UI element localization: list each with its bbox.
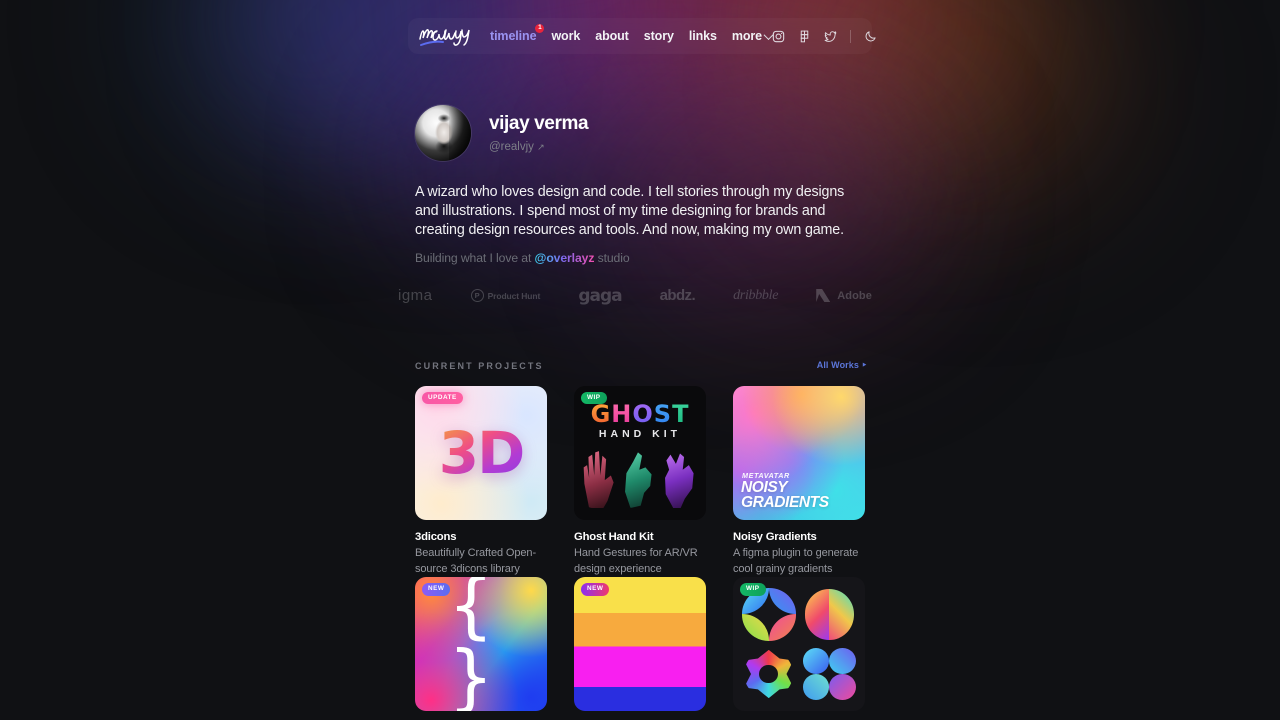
hand-icon-ok xyxy=(665,453,694,508)
nav-item-timeline[interactable]: timeline 1 xyxy=(490,24,545,43)
brand-abdz: abdz. xyxy=(659,287,696,304)
nav-divider xyxy=(850,29,851,43)
figma-icon[interactable] xyxy=(798,30,811,43)
status-badge: UPDATE xyxy=(422,392,463,405)
overlayz-link[interactable]: @overlayz xyxy=(535,251,595,265)
project-thumbnail[interactable]: NEW { } xyxy=(415,577,547,712)
project-thumbnail[interactable]: WIP xyxy=(733,577,865,712)
ghost-art-word: GHOST xyxy=(590,400,690,428)
avatar[interactable] xyxy=(415,105,471,161)
building-prefix: Building what I love at xyxy=(415,251,535,265)
profile-handle[interactable]: @realvjy ↗ xyxy=(489,141,588,153)
profile-building-line: Building what I love at @overlayz studio xyxy=(415,251,630,265)
nav-item-work[interactable]: work xyxy=(551,29,580,43)
project-thumbnail[interactable]: NEW xyxy=(574,577,706,712)
braces-art-text: { } xyxy=(448,577,500,712)
nav-badge-count: 1 xyxy=(535,24,545,33)
nav-item-timeline-label: timeline xyxy=(490,29,537,43)
twitter-icon[interactable] xyxy=(824,30,837,43)
project-title: 3dicons xyxy=(415,531,457,543)
brand-logos: igma P Product Hunt gaga abdz. dribbble … xyxy=(398,283,872,308)
project-thumbnail[interactable]: WIP GHOST HAND KIT xyxy=(574,386,706,520)
status-badge: WIP xyxy=(740,583,766,596)
project-description: Beautifully Crafted Open-source 3dicons … xyxy=(415,547,537,575)
project-thumbnail[interactable]: METAVATAR NOISY GRADIENTS xyxy=(733,386,865,520)
adobe-icon xyxy=(816,289,831,302)
avatar-shade xyxy=(449,105,471,161)
page-title: vijay verma xyxy=(489,113,589,135)
shape-ring xyxy=(742,648,796,701)
brand-product-hunt: P Product Hunt xyxy=(470,289,541,302)
gradient-shapes-art xyxy=(742,588,857,701)
project-card-ghost-hand-kit[interactable]: WIP GHOST HAND KIT Ghost Hand Kit Hand G… xyxy=(574,386,706,577)
3d-art-text: 3D xyxy=(438,419,526,487)
noisy-gradients-art-title: NOISY GRADIENTS xyxy=(741,479,829,512)
profile-handle-text: @realvjy xyxy=(489,140,534,153)
all-works-link[interactable]: All Works ‣ xyxy=(817,360,867,371)
status-badge: NEW xyxy=(422,583,451,596)
project-card-color-bands[interactable]: NEW xyxy=(574,577,706,712)
shape-four-petal xyxy=(742,588,796,641)
shape-two-halves xyxy=(803,588,857,641)
brand-product-hunt-label: Product Hunt xyxy=(487,290,541,301)
section-title: CURRENT PROJECTS xyxy=(415,360,544,371)
nav-social-group xyxy=(772,29,877,43)
nav-item-links[interactable]: links xyxy=(689,29,717,43)
main-navbar: timeline 1 work about story links more xyxy=(408,18,876,54)
project-card-braces[interactable]: NEW { } xyxy=(415,577,547,712)
project-card-3dicons[interactable]: UPDATE 3D 3dicons Beautifully Crafted Op… xyxy=(415,386,547,577)
brand-adobe: Adobe xyxy=(816,289,872,302)
project-card-gradient-shapes[interactable]: WIP xyxy=(733,577,865,712)
status-badge: WIP xyxy=(581,392,607,405)
site-logo[interactable] xyxy=(416,19,478,53)
project-title: Noisy Gradients xyxy=(733,531,817,543)
nav-item-story[interactable]: story xyxy=(644,29,674,43)
status-badge: NEW xyxy=(581,583,610,596)
project-description: A figma plugin to generate cool grainy g… xyxy=(733,547,859,575)
shape-four-circle xyxy=(802,647,856,701)
brand-adobe-label: Adobe xyxy=(837,289,872,302)
project-title: Ghost Hand Kit xyxy=(574,531,654,543)
instagram-icon[interactable] xyxy=(772,30,785,43)
hand-icon-open-palm xyxy=(583,451,614,508)
product-hunt-icon: P xyxy=(470,289,484,302)
building-suffix: studio xyxy=(594,251,630,265)
profile-identity: vijay verma @realvjy ↗ xyxy=(489,113,589,153)
external-link-icon: ↗ xyxy=(537,141,545,152)
projects-grid: UPDATE 3D 3dicons Beautifully Crafted Op… xyxy=(415,386,867,712)
nav-item-more-label: more xyxy=(731,29,762,43)
profile-bio: A wizard who loves design and code. I te… xyxy=(415,184,845,238)
ghost-art-subtitle: HAND KIT xyxy=(598,428,682,440)
nav-links: timeline 1 work about story links more xyxy=(490,24,774,43)
brand-gaga: gaga xyxy=(578,285,622,306)
profile-header: vijay verma @realvjy ↗ xyxy=(415,105,589,161)
project-thumbnail[interactable]: UPDATE 3D xyxy=(415,386,547,520)
brand-dribbble: dribbble xyxy=(733,287,779,303)
hand-icon-point xyxy=(625,452,652,508)
nav-item-about[interactable]: about xyxy=(595,29,629,43)
nav-item-more[interactable]: more xyxy=(731,29,774,43)
hand-illustrations xyxy=(574,450,706,510)
section-header: CURRENT PROJECTS All Works ‣ xyxy=(415,360,867,371)
project-card-noisy-gradients[interactable]: METAVATAR NOISY GRADIENTS Noisy Gradient… xyxy=(733,386,865,577)
brand-figma: igma xyxy=(398,287,433,304)
dark-mode-toggle-icon[interactable] xyxy=(864,30,877,43)
project-description: Hand Gestures for AR/VR design experienc… xyxy=(574,547,698,575)
